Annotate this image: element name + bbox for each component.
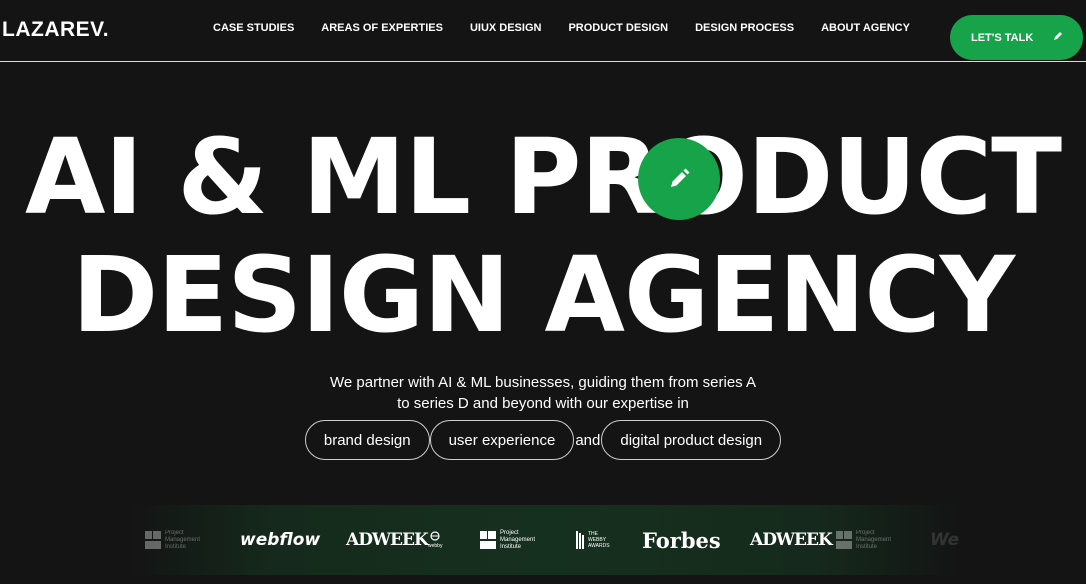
webby-label: webby	[428, 543, 443, 549]
lets-talk-button[interactable]: LET'S TALK	[950, 15, 1083, 60]
hero-edit-badge[interactable]	[638, 138, 720, 220]
logo-pmi-2: Project Management Institute	[480, 505, 535, 575]
pmi-text-line-3: Institute	[500, 543, 522, 550]
hero-title-line-2: DESIGN AGENCY	[71, 234, 1015, 356]
pmi-text-line-2: Management	[500, 536, 536, 543]
logo-adweek-2: ADWEEK	[750, 505, 833, 575]
pmi-mark-icon	[145, 531, 161, 549]
site-logo[interactable]: LAZAREV.	[2, 18, 109, 42]
lets-talk-label: LET'S TALK	[971, 31, 1034, 44]
logo-webby: webby	[428, 505, 442, 575]
main-nav: CASE STUDIES AREAS OF EXPERTIES UIUX DES…	[213, 22, 910, 34]
pmi-text-line-2: Management	[165, 536, 201, 543]
pmi-text-line-1: Project	[856, 529, 875, 536]
client-logos-strip: Project Management Institute webflow ADW…	[130, 505, 960, 575]
expertise-pills: brand design user experience and digital…	[0, 420, 1086, 460]
logo-webflow: webflow	[240, 505, 320, 575]
logo-webby-awards: THE WEBBY AWARDS	[576, 505, 610, 575]
pencil-icon	[671, 168, 690, 187]
nav-areas-of-expertise[interactable]: AREAS OF EXPERTIES	[321, 22, 443, 34]
nav-case-studies[interactable]: CASE STUDIES	[213, 22, 294, 34]
logo-forbes: Forbes	[642, 505, 721, 575]
pmi-text-line-1: Project	[500, 529, 519, 536]
hero-title-line-1: AI & ML PRODUCT	[24, 116, 1062, 238]
logo-adweek-1: ADWEEK	[346, 505, 429, 575]
webby-awards-line-3: AWARDS	[588, 543, 610, 549]
pmi-text-line-1: Project	[165, 529, 184, 536]
logo-pmi-3: Project Management Institute	[836, 505, 891, 575]
nav-design-process[interactable]: DESIGN PROCESS	[695, 22, 794, 34]
pmi-text-line-2: Management	[856, 536, 892, 543]
pill-connector: and	[575, 431, 601, 449]
pmi-mark-icon	[836, 531, 852, 549]
adweek-wordmark: ADWEEK	[346, 530, 429, 550]
pmi-text-line-3: Institute	[165, 543, 187, 550]
site-header: LAZAREV. CASE STUDIES AREAS OF EXPERTIES…	[0, 0, 1086, 62]
pencil-icon	[1054, 32, 1062, 40]
hero-subtitle: We partner with AI & ML businesses, guid…	[0, 372, 1086, 414]
pmi-mark-icon	[480, 531, 496, 549]
forbes-wordmark: Forbes	[642, 527, 721, 553]
pill-brand-design[interactable]: brand design	[304, 420, 430, 460]
webby-awards-mark-icon	[576, 531, 584, 549]
pill-user-experience[interactable]: user experience	[429, 420, 575, 460]
nav-uiux-design[interactable]: UIUX DESIGN	[470, 22, 542, 34]
webflow-wordmark: webflow	[240, 530, 321, 550]
adweek-wordmark: ADWEEK	[750, 530, 833, 550]
pmi-text-line-3: Institute	[856, 543, 878, 550]
hero-subtitle-line-1: We partner with AI & ML businesses, guid…	[329, 374, 757, 391]
logo-pmi-1: Project Management Institute	[145, 505, 200, 575]
logo-faint: We	[930, 505, 959, 575]
nav-about-agency[interactable]: ABOUT AGENCY	[821, 22, 910, 34]
pill-digital-product-design[interactable]: digital product design	[601, 420, 782, 460]
page: LAZAREV. CASE STUDIES AREAS OF EXPERTIES…	[0, 0, 1086, 584]
faint-wordmark: We	[930, 530, 960, 550]
nav-product-design[interactable]: PRODUCT DESIGN	[568, 22, 668, 34]
globe-icon	[430, 531, 440, 541]
hero-subtitle-line-2: to series D and beyond with our expertis…	[397, 395, 689, 412]
